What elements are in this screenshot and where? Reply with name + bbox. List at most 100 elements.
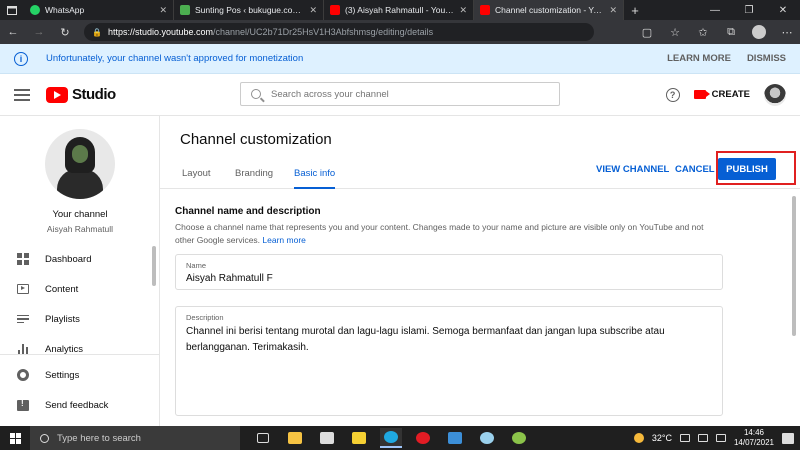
window-close-icon[interactable]: ✕	[766, 0, 800, 20]
youtube-studio-icon	[480, 5, 490, 15]
screen: WhatsApp ✕ Sunting Pos ‹ bukugue.com — W…	[0, 0, 800, 450]
tab-branding[interactable]: Branding	[235, 168, 273, 189]
search-input[interactable]	[271, 88, 531, 100]
window-controls: — ❐ ✕	[698, 0, 800, 20]
main-scrollbar[interactable]	[792, 196, 796, 336]
help-icon[interactable]: ?	[665, 87, 680, 102]
forward-icon[interactable]: →	[32, 26, 46, 38]
browser-tab-studio[interactable]: Channel customization - YouTub ✕	[474, 0, 624, 20]
collections-icon[interactable]: ⧉	[724, 26, 738, 39]
url-path: /channel/UC2b71Dr25HsV1H3Abfshmsg/editin…	[213, 27, 434, 37]
sidebar-item-playlists[interactable]: Playlists	[0, 304, 159, 334]
account-avatar[interactable]	[764, 83, 786, 106]
sidebar-item-label: Settings	[45, 369, 80, 381]
search-box[interactable]	[240, 82, 560, 106]
sidebar-item-dashboard[interactable]: Dashboard	[0, 244, 159, 274]
store-icon[interactable]	[316, 428, 338, 448]
address-bar: ← → ↻ 🔒 https://studio.youtube.com/chann…	[0, 20, 800, 44]
learn-more-link[interactable]: Learn more	[262, 235, 305, 245]
more-icon[interactable]: ⋯	[780, 26, 794, 39]
learn-more-button[interactable]: LEARN MORE	[667, 53, 731, 64]
name-field[interactable]: Name Aisyah Rahmatull F	[175, 254, 723, 290]
sidebar-scrollbar[interactable]	[152, 246, 156, 286]
opera-icon[interactable]	[412, 428, 434, 448]
volume-icon[interactable]	[715, 434, 726, 442]
sidebar-divider	[0, 354, 159, 355]
tab-actions-icon[interactable]	[0, 0, 24, 20]
publish-button[interactable]: PUBLISH	[718, 158, 776, 180]
banner-actions: LEARN MORE DISMISS	[667, 53, 786, 64]
browser-tab-whatsapp[interactable]: WhatsApp ✕	[24, 0, 174, 20]
monetization-banner: i Unfortunately, your channel wasn't app…	[0, 44, 800, 74]
dashboard-icon	[17, 253, 29, 265]
dismiss-button[interactable]: DISMISS	[747, 53, 786, 64]
favorites-icon[interactable]: ✩	[696, 26, 710, 39]
sidebar-item-settings[interactable]: Settings	[0, 360, 159, 390]
sidebar-item-content[interactable]: Content	[0, 274, 159, 304]
reload-icon[interactable]: ↻	[58, 26, 72, 39]
edge-icon[interactable]	[380, 428, 402, 448]
close-icon[interactable]: ✕	[609, 5, 617, 16]
description-field[interactable]: Description Channel ini berisi tentang m…	[175, 306, 723, 416]
studio-header: Studio ? CREATE	[0, 74, 800, 116]
browser-profile-icon[interactable]	[752, 25, 766, 39]
studio-logo[interactable]: Studio	[46, 86, 116, 103]
tab-title: Channel customization - YouTub	[495, 5, 604, 15]
url-host: https://studio.youtube.com	[107, 27, 214, 37]
tab-basic-info[interactable]: Basic info	[294, 168, 336, 189]
search-icon	[40, 433, 49, 443]
section-description-text: Choose a channel name that represents yo…	[175, 222, 704, 245]
browser-tab-youtube[interactable]: (3) Aisyah Rahmatull - YouTube ✕	[324, 0, 474, 20]
tab-layout[interactable]: Layout	[182, 168, 211, 189]
channel-name: Aisyah Rahmatull	[46, 224, 114, 234]
menu-icon[interactable]	[14, 88, 30, 101]
taskbar-search[interactable]: Type here to search	[30, 426, 240, 450]
sidebar-item-label: Send feedback	[45, 399, 109, 411]
app-icon[interactable]	[508, 428, 530, 448]
close-icon[interactable]: ✕	[159, 5, 167, 16]
browser-tab-bukugue[interactable]: Sunting Pos ‹ bukugue.com — W ✕	[174, 0, 324, 20]
clock[interactable]: 14:46 14/07/2021	[734, 428, 774, 448]
file-explorer-icon[interactable]	[284, 428, 306, 448]
info-icon: i	[14, 51, 28, 66]
paint-icon[interactable]	[476, 428, 498, 448]
video-camera-icon	[693, 90, 710, 99]
your-channel-label: Your channel	[52, 209, 108, 220]
description-field-label: Description	[186, 313, 224, 322]
sidebar-item-label: Playlists	[45, 313, 80, 325]
minimize-icon[interactable]: —	[698, 0, 732, 20]
bukugue-icon	[180, 5, 190, 15]
sidebar: Your channel Aisyah Rahmatull Dashboard …	[0, 116, 160, 426]
sidebar-item-feedback[interactable]: Send feedback	[0, 390, 159, 420]
banner-text: Unfortunately, your channel wasn't appro…	[46, 53, 304, 64]
name-field-value[interactable]: Aisyah Rahmatull F	[186, 271, 273, 287]
restore-icon[interactable]: ❐	[732, 0, 766, 20]
new-tab-icon[interactable]: +	[624, 0, 646, 20]
photos-icon[interactable]	[444, 428, 466, 448]
create-label: CREATE	[711, 89, 750, 100]
section-title: Channel name and description	[175, 206, 321, 217]
create-button[interactable]: CREATE	[693, 89, 750, 100]
view-channel-button[interactable]: VIEW CHANNEL	[596, 164, 669, 175]
weather-sun-icon[interactable]	[633, 433, 644, 443]
url-field[interactable]: 🔒 https://studio.youtube.com/channel/UC2…	[84, 23, 594, 41]
cancel-button[interactable]: CANCEL	[675, 164, 715, 175]
temperature[interactable]: 32°C	[652, 433, 672, 443]
favorite-star-icon[interactable]: ☆	[668, 26, 682, 39]
task-view-icon[interactable]	[252, 428, 274, 448]
chevron-up-icon[interactable]	[679, 434, 690, 442]
close-icon[interactable]: ✕	[459, 5, 467, 16]
description-field-value[interactable]: Channel ini berisi tentang murotal dan l…	[186, 324, 716, 356]
notifications-icon[interactable]	[782, 432, 794, 444]
playlists-icon	[17, 313, 29, 325]
back-icon[interactable]: ←	[6, 26, 20, 38]
close-icon[interactable]: ✕	[309, 5, 317, 16]
network-icon[interactable]	[697, 434, 708, 442]
sticky-notes-icon[interactable]	[348, 428, 370, 448]
reading-view-icon[interactable]: ▢	[640, 26, 654, 39]
settings-icon	[17, 369, 29, 381]
channel-avatar[interactable]	[45, 129, 115, 199]
start-button[interactable]	[0, 432, 30, 444]
windows-logo-icon	[9, 432, 21, 444]
sidebar-bottom-nav: Settings Send feedback	[0, 360, 159, 420]
